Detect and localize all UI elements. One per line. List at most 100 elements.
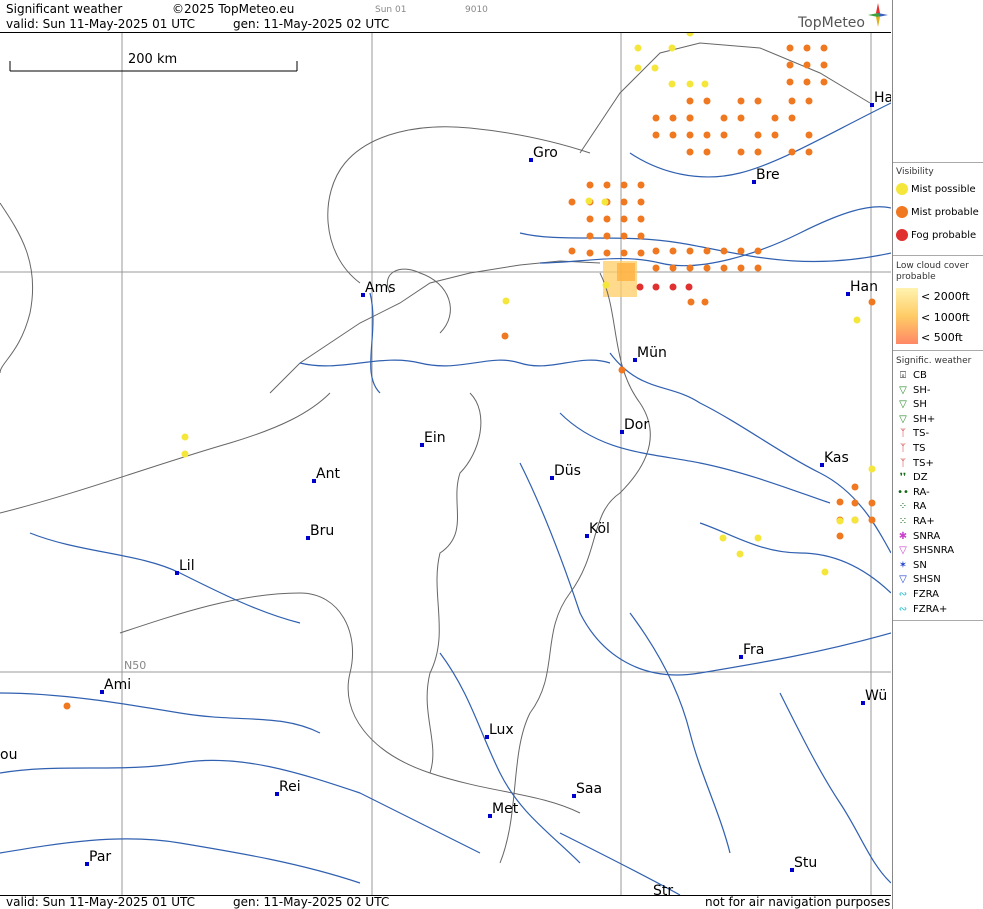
chart-title: Significant weather [6, 2, 123, 16]
mist-probable-marker [737, 264, 745, 272]
mist-probable-marker [703, 247, 711, 255]
mist-probable-marker [803, 61, 811, 69]
legend-snra: ✱ SNRA [896, 531, 940, 542]
mist-probable-marker [620, 249, 628, 257]
mist-probable-marker [603, 181, 611, 189]
mist-probable-marker [703, 148, 711, 156]
city-label: Düs [554, 463, 581, 479]
mist-possible-marker [668, 80, 676, 88]
mist-possible-marker [181, 450, 189, 458]
mist-possible-marker [602, 281, 610, 289]
mist-probable-marker [788, 148, 796, 156]
mist-probable-marker [788, 114, 796, 122]
legend-ts: ᛉ TS [896, 443, 925, 454]
legend-label: SN [913, 559, 927, 571]
mist-probable-marker [652, 131, 660, 139]
mist-probable-marker [820, 78, 828, 86]
weather-map[interactable]: 200 km N50 Gro Bre Ha Ams Han Mün Dor Ein Ant Düs… [0, 32, 891, 896]
mist-possible-icon [896, 183, 908, 195]
footer-valid-time: valid: Sun 11-May-2025 01 UTC [6, 895, 195, 909]
mist-probable-icon [896, 206, 908, 218]
mist-probable-marker [701, 298, 709, 306]
mist-possible-marker [634, 44, 642, 52]
mist-probable-marker [771, 131, 779, 139]
legend-ra-minusplus: ⁙ RA+ [896, 516, 935, 527]
snow-icon: ✶ [898, 559, 908, 571]
mist-probable-marker [637, 198, 645, 206]
mist-probable-marker [805, 131, 813, 139]
drizzle-icon: ❜❜ [899, 472, 907, 484]
mist-probable-marker [754, 264, 762, 272]
mist-probable-marker [686, 264, 694, 272]
legend-panel: Visibility Mist possible Mist probable F… [892, 0, 983, 909]
mist-probable-marker [703, 131, 711, 139]
mist-probable-marker [652, 114, 660, 122]
city-label: Rei [279, 779, 301, 795]
mist-probable-marker [720, 114, 728, 122]
mist-probable-marker [851, 499, 859, 507]
legend-mist-probable: Mist probable [896, 206, 979, 218]
legend-fzra: ∾ FZRA [896, 589, 939, 600]
city-label: Kas [824, 450, 849, 466]
legend-cb: ⌻ CB [896, 370, 927, 381]
mist-probable-marker [568, 247, 576, 255]
mist-possible-marker [651, 64, 659, 72]
mist-probable-marker [686, 247, 694, 255]
mist-probable-marker [568, 198, 576, 206]
mist-probable-marker [669, 114, 677, 122]
legend-fzra-minusplus: ∾ FZRA+ [896, 603, 948, 615]
legend-sh-minus: ▽ SH- [896, 385, 930, 396]
mist-probable-marker [720, 264, 728, 272]
compass-logo-icon [868, 3, 888, 27]
cb-icon: ⌻ [900, 370, 906, 381]
valid-time: valid: Sun 11-May-2025 01 UTC [6, 17, 195, 31]
mist-probable-marker [805, 148, 813, 156]
mist-probable-marker [652, 247, 660, 255]
legend-lowcloud-1000: < 1000ft [921, 311, 970, 324]
mist-possible-marker [585, 197, 593, 205]
snow-shower-icon: ▽ [899, 574, 907, 586]
city-label: Wü [865, 688, 888, 704]
map-canvas [0, 33, 891, 895]
legend-label: CB [913, 370, 927, 381]
city-label: Mün [637, 345, 667, 361]
mist-probable-marker [686, 148, 694, 156]
city-label: Köl [589, 521, 610, 537]
mist-possible-marker [502, 297, 510, 305]
mist-probable-marker [687, 298, 695, 306]
header-small-label: Sun 01 [375, 5, 407, 15]
mist-probable-marker [603, 215, 611, 223]
mist-possible-marker [868, 465, 876, 473]
mist-probable-marker [868, 516, 876, 524]
legend-lowcloud-2000: < 2000ft [921, 290, 970, 303]
legend-label: Fog probable [911, 229, 977, 241]
legend-label: SH+ [913, 413, 936, 425]
legend-label: TS [913, 443, 926, 454]
mist-probable-marker [803, 44, 811, 52]
mist-probable-marker [754, 247, 762, 255]
mist-probable-marker [620, 181, 628, 189]
legend-label: SH [913, 399, 927, 411]
mist-probable-marker [754, 131, 762, 139]
lowcloud-gradient [896, 288, 918, 344]
mist-probable-marker [720, 247, 728, 255]
sigwx-title: Signific. weather [896, 356, 972, 366]
freezing-rain-heavy-icon: ∾ [898, 603, 908, 615]
fog-probable-marker [636, 283, 644, 291]
city-label: Str [653, 883, 674, 896]
scale-label: 200 km [128, 52, 178, 67]
mist-probable-marker [803, 78, 811, 86]
legend-label: SH- [913, 384, 931, 396]
mist-probable-marker [771, 114, 779, 122]
visibility-markers [63, 33, 876, 710]
mist-probable-marker [851, 483, 859, 491]
legend-sn: ✶ SN [896, 560, 927, 571]
mist-possible-marker [853, 316, 861, 324]
mist-probable-marker [669, 247, 677, 255]
mist-possible-marker [851, 516, 859, 524]
mist-probable-marker [620, 215, 628, 223]
legend-dz: ❜❜ DZ [896, 472, 928, 483]
mist-probable-marker [603, 232, 611, 240]
mist-possible-marker [634, 64, 642, 72]
legend-label: FZRA [913, 589, 939, 600]
